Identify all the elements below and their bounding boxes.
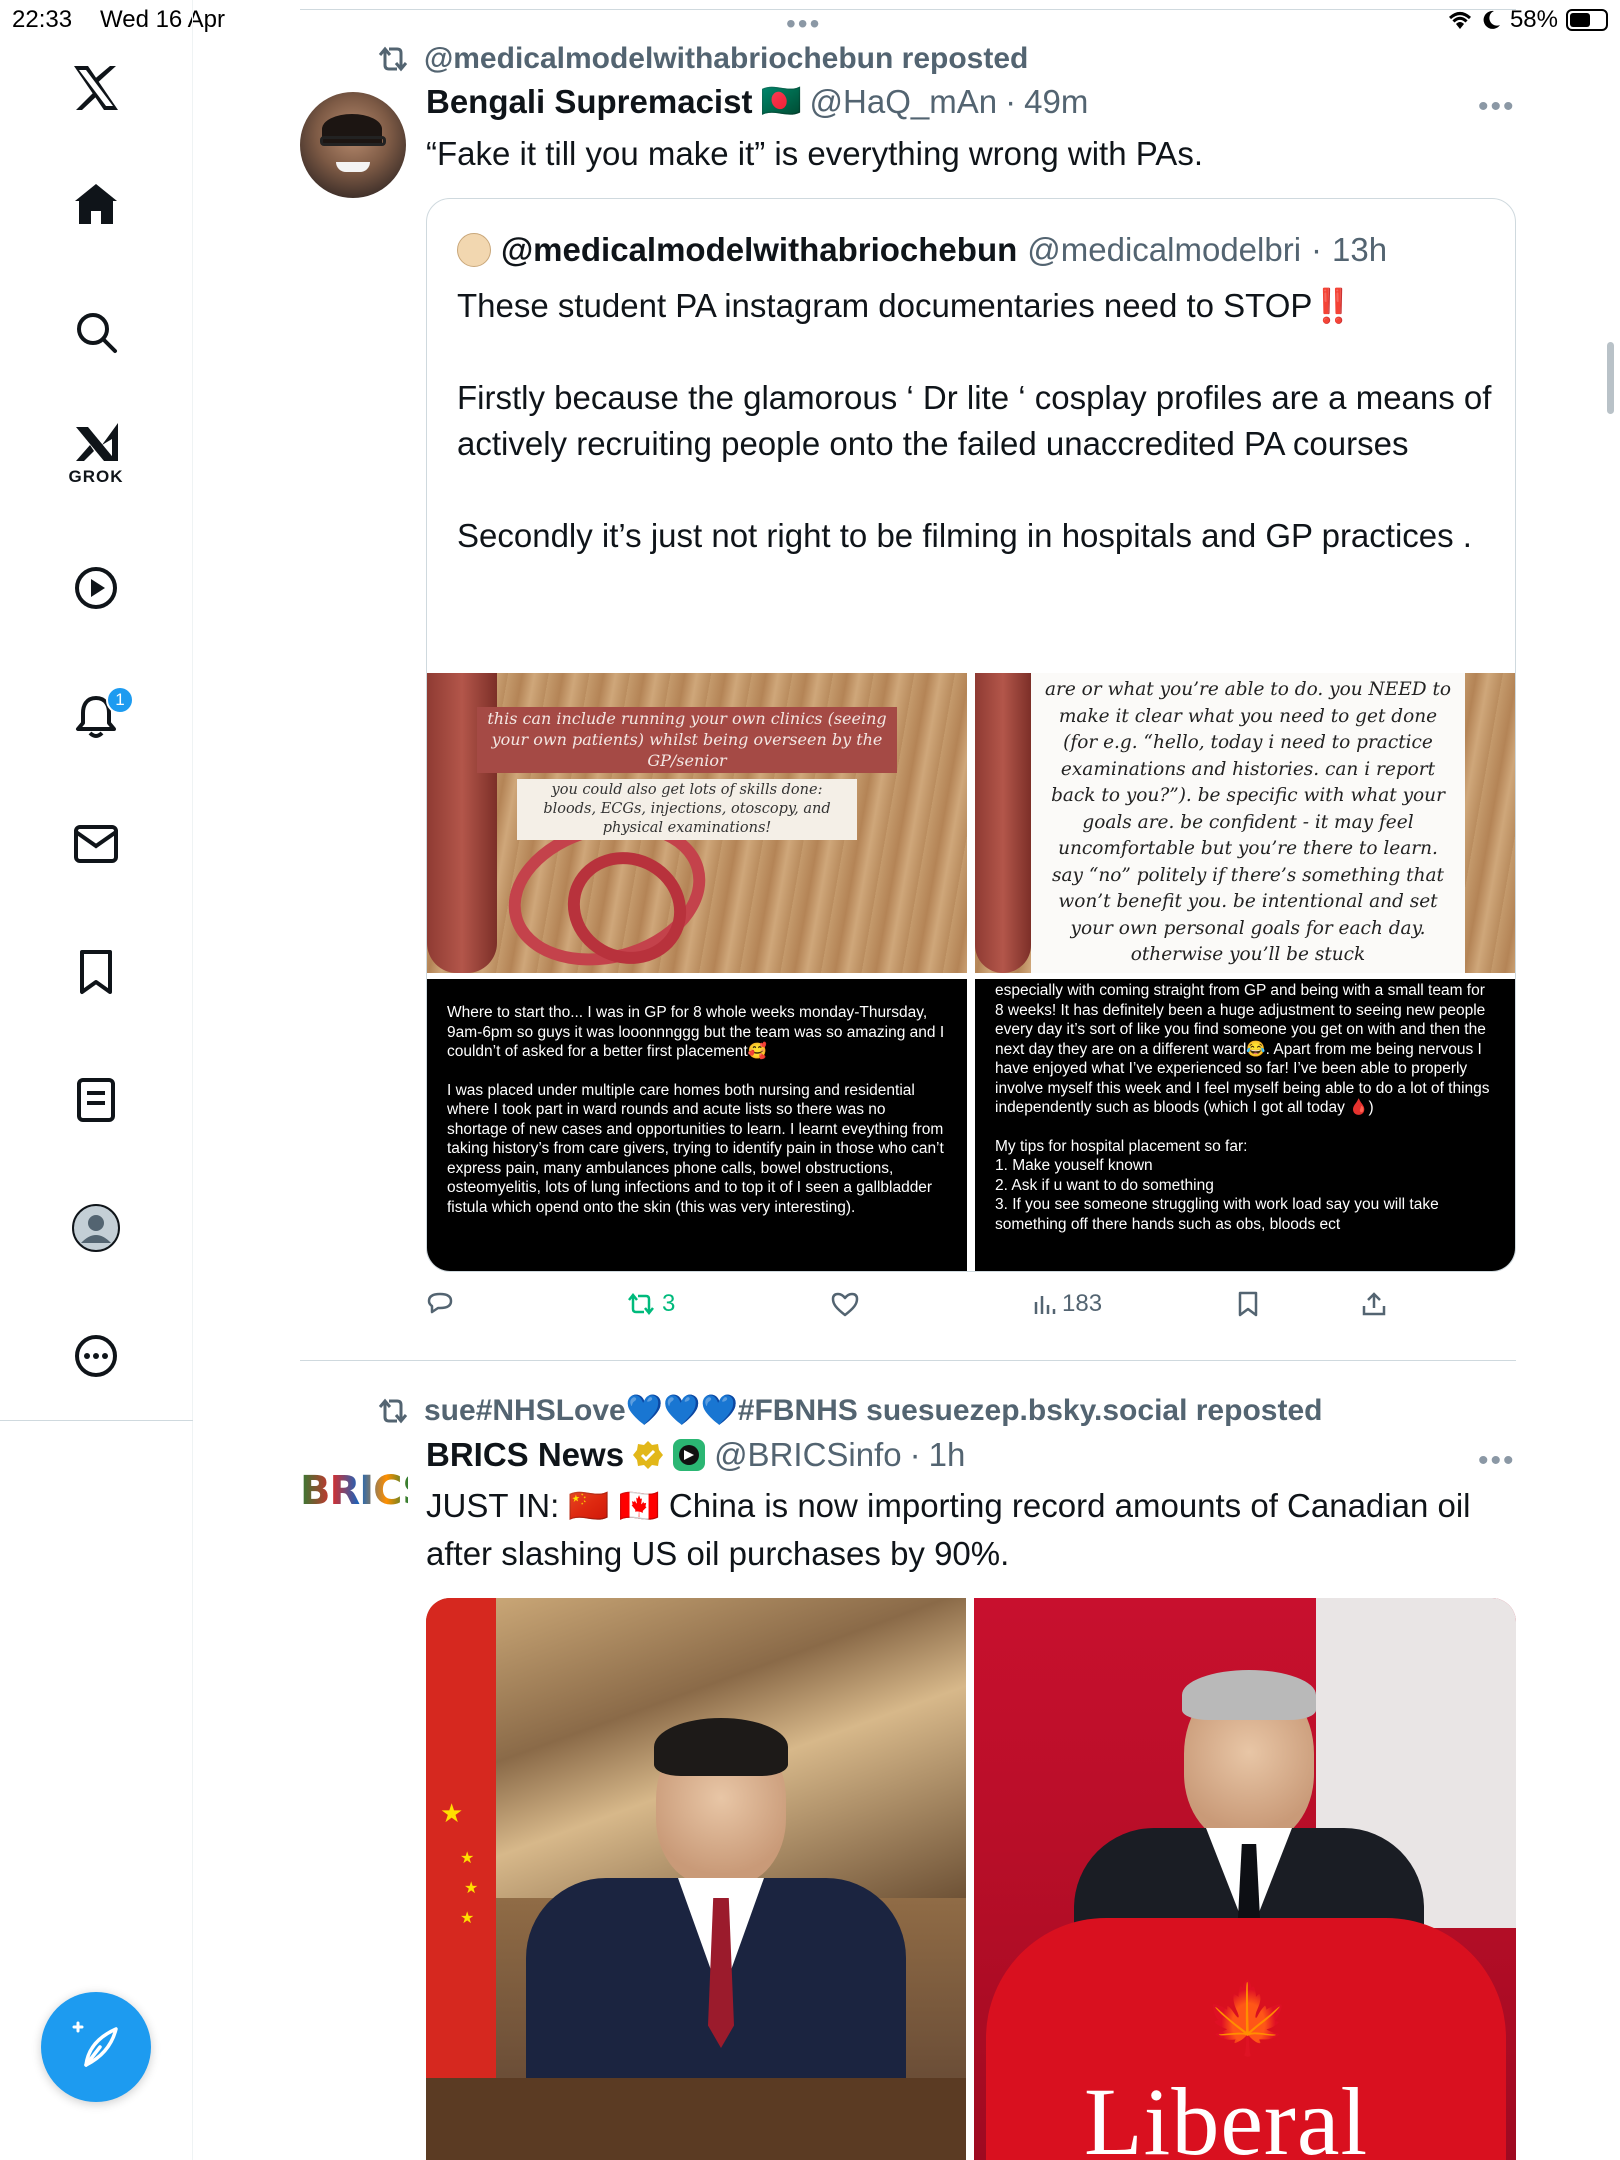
person-hair [1182,1670,1316,1720]
notifications-icon[interactable]: 1 [56,676,136,756]
media-image-4[interactable]: especially with coming straight from GP … [975,979,1515,1271]
person-hair [654,1718,788,1776]
lists-icon[interactable] [56,1060,136,1140]
share-icon [1362,1292,1386,1316]
image-text: My tips for hospital placement so far: 1… [995,1137,1439,1233]
more-options-icon[interactable]: ••• [1478,1444,1516,1478]
post-header: Bengali Supremacist 🇧🇩 @HaQ_mAn · 49m [426,82,1088,121]
like-button[interactable] [830,1290,860,1318]
views-icon [1034,1296,1056,1314]
post-text: “Fake it till you make it” is everything… [426,135,1203,172]
separator: · [1311,231,1323,268]
sidebar: GROK 1 [0,0,193,2160]
separator: · [909,1436,921,1473]
more-options-icon[interactable]: ••• [1478,90,1516,124]
scrollbar[interactable] [1607,342,1614,414]
quoted-post[interactable]: @medicalmodelwithabriochebun @medicalmod… [426,198,1516,1272]
compose-button[interactable] [41,1992,151,2102]
reposted-by-text[interactable]: sue#NHSLove💙💙💙#FBNHS suesuezep.bsky.soci… [424,1393,1322,1428]
double-exclamation-icon: ‼️ [1312,287,1354,324]
author-handle[interactable]: @HaQ_mAn [810,83,998,121]
action-bar: 3 183 [426,1290,1426,1334]
post-time[interactable]: 1h [929,1436,966,1474]
repost-icon [628,1292,654,1316]
quoted-author-handle: @medicalmodelbri [1027,231,1302,268]
grok-icon[interactable]: GROK [56,414,136,494]
maple-leaf-icon: 🍁 [1204,1979,1292,2057]
profile-icon[interactable] [56,1188,136,1268]
bottle-shape [975,673,1031,973]
bookmarks-icon[interactable] [56,932,136,1012]
repost-icon [378,46,408,72]
grok-label: GROK [68,467,124,486]
china-flag: ★ ★ ★ ★ [426,1598,496,2160]
repost-context: sue#NHSLove💙💙💙#FBNHS suesuezep.bsky.soci… [376,1393,1322,1428]
reply-button[interactable] [426,1290,454,1318]
brics-logo[interactable]: BRICS [300,1468,431,1524]
quoted-post-time: 13h [1332,231,1388,268]
podium-sign-text: Liberal [1084,2068,1369,2160]
battery-icon [1566,9,1608,31]
avatar[interactable] [300,92,406,198]
quoted-avatar [457,233,491,267]
affiliate-badge-icon [673,1439,706,1471]
moon-icon [1483,10,1500,29]
flag-emoji: 🇧🇩 [760,82,802,119]
compose-icon [72,2021,118,2067]
sidebar-divider [0,1420,193,1421]
notification-badge: 1 [106,686,134,714]
wifi-icon [1448,12,1471,29]
post-divider [300,1360,1516,1361]
status-indicators: 58% [1446,6,1608,34]
x-logo-icon[interactable] [56,48,136,128]
bookmark-button[interactable] [1236,1290,1260,1318]
repost-icon [378,1398,408,1423]
image-text: Where to start tho... I was in GP for 8 … [447,1004,945,1060]
author-name[interactable]: BRICS News [426,1436,624,1474]
media-image-2[interactable]: are or what you’re able to do. you NEED … [975,673,1515,973]
quoted-line-1: These student PA instagram documentaries… [457,287,1313,324]
image-caption: this can include running your own clinic… [477,707,897,774]
verified-badge-icon [633,1441,664,1469]
bookmark-icon [1238,1291,1258,1317]
quoted-paragraph-2: Firstly because the glamorous ‘ Dr lite … [457,379,1492,462]
separator: · [1005,82,1017,120]
like-icon [831,1292,859,1317]
image-text: especially with coming straight from GP … [995,982,1490,1116]
post-time[interactable]: 49m [1024,83,1088,121]
post-text: JUST IN: 🇨🇳 🇨🇦 China is now importing re… [426,1487,1471,1572]
media-image-1[interactable]: ★ ★ ★ ★ [426,1598,966,2160]
views-count: 183 [1062,1290,1103,1317]
views-button[interactable]: 183 [1032,1290,1102,1318]
image-notes-text: are or what you’re able to do. you NEED … [1031,673,1465,973]
video-icon[interactable] [56,548,136,628]
media-image-2[interactable]: 🍁 Liberal [974,1598,1516,2160]
multitasking-dots-icon[interactable]: ••• [786,8,821,40]
share-button[interactable] [1360,1290,1388,1318]
image-caption: you could also get lots of skills done: … [517,779,857,840]
home-icon[interactable] [56,164,136,244]
quoted-paragraph-3: Secondly it’s just not right to be filmi… [457,517,1472,554]
repost-count: 3 [662,1290,676,1317]
media-image-1[interactable]: this can include running your own clinic… [427,673,967,973]
post-header: BRICS News @BRICSinfo · 1h [426,1436,965,1474]
author-handle[interactable]: @BRICSinfo [714,1436,902,1474]
quoted-post-header: @medicalmodelwithabriochebun @medicalmod… [457,231,1387,269]
more-icon[interactable] [56,1316,136,1396]
search-icon[interactable] [56,292,136,372]
media-image-3[interactable]: Where to start tho... I was in GP for 8 … [427,979,967,1271]
reply-icon [427,1292,453,1314]
repost-button[interactable]: 3 [626,1290,675,1318]
quoted-post-text: These student PA instagram documentaries… [457,283,1497,605]
image-text: I was placed under multiple care homes b… [447,1081,944,1216]
author-name[interactable]: Bengali Supremacist [426,83,752,121]
battery-percent: 58% [1509,6,1558,33]
quoted-author-name: @medicalmodelwithabriochebun [501,231,1018,268]
feed-top-border [300,9,1516,10]
media-grid: this can include running your own clinic… [427,673,1515,1271]
messages-icon[interactable] [56,804,136,884]
reposted-by-text[interactable]: @medicalmodelwithabriochebun reposted [424,42,1028,76]
repost-context: @medicalmodelwithabriochebun reposted [376,42,1028,76]
desk [426,2078,966,2160]
